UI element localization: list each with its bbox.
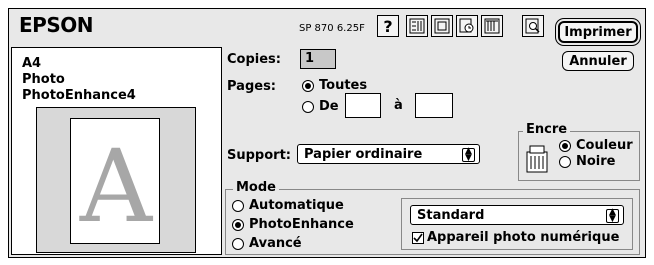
background-print-button[interactable] (456, 15, 478, 37)
summary-media: Photo (22, 72, 65, 87)
print-dialog: EPSON SP 870 6.25F ? Imprimer Annuler A4… (0, 0, 654, 265)
utility-button[interactable] (406, 15, 428, 37)
mode-legend: Mode (233, 180, 279, 195)
print-button[interactable]: Imprimer (558, 21, 638, 43)
pages-all-label: Toutes (319, 78, 368, 93)
settings-summary-pane: A4 Photo PhotoEnhance4 A (11, 47, 222, 255)
ink-black-radio-indicator (559, 155, 571, 168)
ink-legend: Encre (523, 122, 571, 137)
pages-range-radio[interactable]: De (302, 99, 339, 114)
ink-cartridge-icon (526, 145, 548, 173)
pages-all-radio[interactable]: Toutes (302, 78, 367, 93)
digital-camera-checkbox[interactable]: Appareil photo numérique (412, 230, 619, 245)
copies-input[interactable]: 1 (300, 49, 336, 69)
layout-button[interactable] (431, 15, 453, 37)
ink-black-radio[interactable]: Noire (559, 154, 616, 169)
mode-advanced-radio-indicator (232, 237, 244, 250)
utility-icon (409, 18, 425, 34)
mode-group: Automatique PhotoEnhance Avancé Standard… (225, 189, 640, 255)
photoenhance-preset-select[interactable]: Standard ▲ ▼ (410, 205, 624, 225)
checkmark-icon (413, 233, 423, 242)
photoenhance-preset-value: Standard (417, 207, 485, 223)
pages-to-input[interactable] (415, 93, 453, 118)
status-monitor-icon (484, 18, 500, 34)
mode-photoenhance-radio-indicator (232, 218, 244, 231)
summary-paper-size: A4 (22, 56, 42, 71)
summary-text: A4 Photo PhotoEnhance4 (22, 56, 136, 104)
help-icon: ? (383, 16, 393, 36)
mode-auto-radio[interactable]: Automatique (232, 198, 344, 213)
preview-button[interactable] (522, 15, 544, 37)
photoenhance-settings: Standard ▲ ▼ Appareil photo numérique (401, 198, 633, 250)
ink-color-label: Couleur (576, 138, 633, 153)
mode-photoenhance-radio[interactable]: PhotoEnhance (232, 217, 354, 232)
chevron-updown-icon: ▲ ▼ (606, 208, 619, 224)
summary-mode: PhotoEnhance4 (22, 88, 136, 103)
pages-from-label: De (319, 99, 339, 114)
brand-logo: EPSON (19, 13, 93, 37)
ink-black-label: Noire (576, 154, 616, 169)
pages-label: Pages: (227, 79, 277, 94)
mode-auto-radio-indicator (232, 199, 244, 212)
mode-advanced-radio[interactable]: Avancé (232, 236, 302, 251)
ink-color-radio[interactable]: Couleur (559, 138, 633, 153)
pages-range-radio-indicator (302, 100, 314, 113)
support-label: Support: (227, 148, 291, 163)
mode-photoenhance-label: PhotoEnhance (249, 217, 354, 232)
digital-camera-check-indicator (412, 231, 424, 244)
status-monitor-button[interactable] (481, 15, 503, 37)
pages-all-radio-indicator (302, 79, 314, 92)
digital-camera-label: Appareil photo numérique (427, 230, 620, 245)
preview-letter: A (79, 128, 153, 244)
ink-color-radio-indicator (559, 139, 571, 152)
preview-icon (525, 18, 540, 34)
help-button[interactable]: ? (377, 15, 399, 37)
layout-icon (434, 18, 450, 34)
mode-advanced-label: Avancé (249, 236, 302, 251)
printer-model: SP 870 6.25F (299, 23, 365, 34)
copies-label: Copies: (227, 52, 281, 67)
page-preview: A (70, 118, 160, 244)
mode-auto-label: Automatique (249, 198, 344, 213)
support-select[interactable]: Papier ordinaire ▲ ▼ (297, 144, 480, 164)
page-preview-frame: A (36, 107, 196, 253)
ink-group: Couleur Noire (518, 131, 640, 181)
background-print-icon (459, 18, 474, 33)
dialog-panel: EPSON SP 870 6.25F ? Imprimer Annuler A4… (8, 8, 646, 258)
cancel-button[interactable]: Annuler (562, 51, 634, 71)
chevron-updown-icon: ▲ ▼ (462, 147, 475, 163)
pages-to-label: à (394, 98, 403, 113)
support-select-value: Papier ordinaire (304, 146, 423, 162)
pages-from-input[interactable] (345, 93, 381, 118)
